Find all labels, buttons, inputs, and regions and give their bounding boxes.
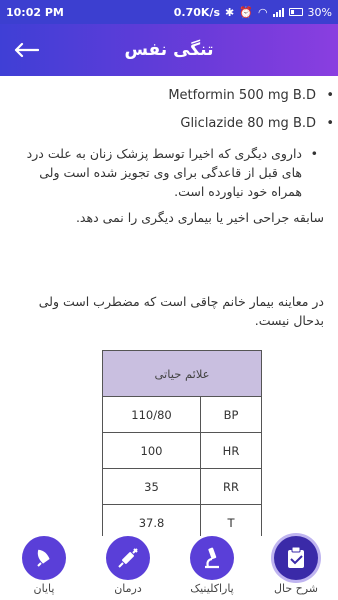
- med-text: Gliclazide 80 mg B.D: [180, 116, 316, 131]
- other-drug-text: داروی دیگری که اخیرا توسط پزشک زنان به ع…: [26, 146, 302, 199]
- bullet-dot: •: [326, 116, 334, 131]
- back-arrow-icon: [14, 42, 39, 58]
- back-button[interactable]: [10, 36, 42, 64]
- case-content: Metformin 500 mg B.D • Gliclazide 80 mg …: [0, 76, 338, 536]
- app-bar: تنگی نفس: [0, 24, 338, 76]
- surgery-history-text: سابقه جراحی اخیر یا بیماری دیگری را نمی …: [75, 210, 324, 225]
- nav-paraclinic-button[interactable]: [190, 536, 234, 580]
- vitals-table: علائم حیاتی 110/80 BP 100 HR 35 RR 37.8 …: [102, 350, 262, 536]
- nav-treatment-button[interactable]: [106, 536, 150, 580]
- microscope-icon: [205, 547, 219, 569]
- status-time: 10:02 PM: [6, 5, 64, 19]
- med-item: Metformin 500 mg B.D •: [168, 88, 334, 103]
- nav-history-button[interactable]: [274, 536, 318, 580]
- nav-end[interactable]: پایان: [2, 536, 86, 600]
- vital-value: 100: [102, 432, 201, 469]
- vital-value: 35: [102, 468, 201, 505]
- med-text: Metformin 500 mg B.D: [168, 88, 316, 103]
- vital-label: RR: [200, 468, 262, 505]
- vitals-header: علائم حیاتی: [102, 350, 262, 397]
- syringe-icon: [118, 548, 138, 568]
- wifi-icon: ◠: [257, 5, 268, 19]
- alarm-icon: ⏰: [239, 5, 253, 19]
- nav-end-button[interactable]: [22, 536, 66, 580]
- rocket-icon: [37, 549, 50, 567]
- exam-text: در معاینه بیمار خانم چاقی است که مضطرب ا…: [38, 294, 324, 328]
- vital-label: HR: [200, 432, 262, 469]
- table-row: 110/80 BP: [102, 396, 262, 433]
- nav-history[interactable]: شرح حال: [254, 536, 338, 600]
- vital-value: 110/80: [102, 396, 201, 433]
- vital-value: 37.8: [102, 504, 201, 536]
- nav-paraclinic-label: پاراکلینیک: [190, 582, 234, 595]
- nav-treatment[interactable]: درمان: [86, 536, 170, 600]
- vital-label: BP: [200, 396, 262, 433]
- nav-paraclinic[interactable]: پاراکلینیک: [170, 536, 254, 600]
- page-title: تنگی نفس: [124, 40, 214, 60]
- battery-icon: [288, 8, 303, 16]
- table-row: 35 RR: [102, 468, 262, 505]
- status-right: 0.70K/s ✱ ⏰ ◠ 30%: [174, 6, 332, 19]
- clipboard-icon: [288, 546, 304, 568]
- med-item: Gliclazide 80 mg B.D •: [180, 116, 334, 131]
- network-speed: 0.70K/s: [173, 5, 221, 19]
- bullet-dot: •: [310, 146, 318, 161]
- nav-end-label: پایان: [33, 582, 55, 595]
- other-drug-item: • داروی دیگری که اخیرا توسط پزشک زنان به…: [12, 144, 318, 201]
- bullet-dot: •: [326, 88, 334, 103]
- table-row: 100 HR: [102, 432, 262, 469]
- battery-level: 30%: [307, 5, 332, 19]
- vital-label: T: [200, 504, 262, 536]
- nav-treatment-label: درمان: [114, 582, 142, 595]
- status-bar: 10:02 PM 0.70K/s ✱ ⏰ ◠ 30%: [0, 0, 338, 24]
- table-row: 37.8 T: [102, 504, 262, 536]
- nav-history-label: شرح حال: [273, 582, 319, 595]
- bluetooth-icon: ✱: [225, 5, 235, 19]
- signal-icon: [272, 7, 284, 17]
- bottom-nav: شرح حال پاراکلینیک درمان پایان: [0, 536, 338, 600]
